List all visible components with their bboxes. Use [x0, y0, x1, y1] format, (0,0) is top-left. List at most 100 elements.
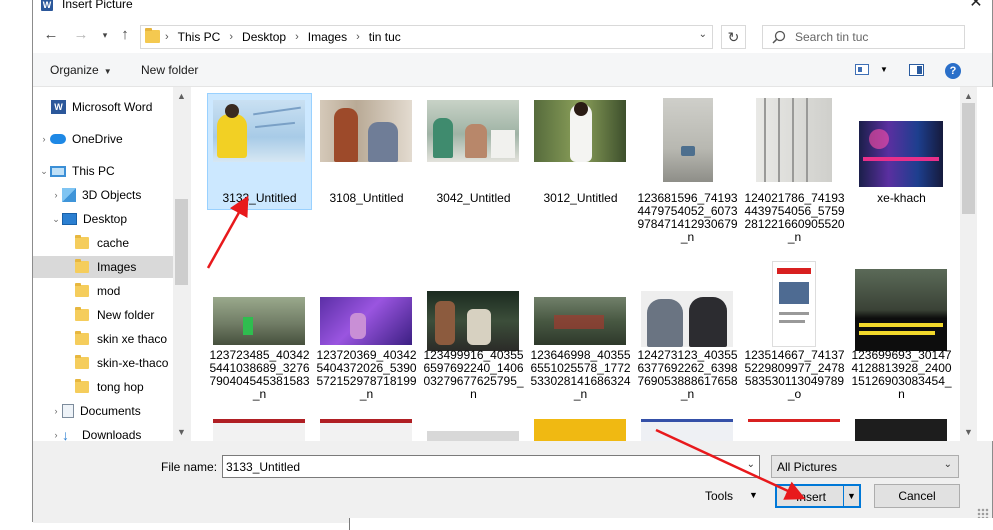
chevron-right-icon: › — [54, 190, 58, 200]
file-name-combobox[interactable]: ⌄ — [222, 455, 760, 478]
dialog-footer: File name: ⌄ All Pictures ⌄ Tools ▼ Inse… — [33, 441, 992, 523]
folder-icon — [75, 307, 89, 321]
image-thumbnail — [534, 297, 626, 345]
image-thumbnail — [427, 100, 519, 162]
sidebar-item-tong-hop[interactable]: tong hop — [75, 376, 173, 398]
recent-locations-chevron-icon[interactable]: ▾ — [96, 26, 114, 44]
search-box[interactable] — [762, 25, 965, 49]
cancel-button[interactable]: Cancel — [874, 484, 960, 508]
sidebar-item-3d-objects[interactable]: › 3D Objects — [50, 184, 173, 206]
sidebar-item-label: OneDrive — [72, 132, 123, 146]
sidebar-item-label: Images — [97, 260, 137, 274]
navigation-pane: W Microsoft Word › OneDrive ⌄ This PC › … — [33, 87, 190, 441]
sidebar-item-documents[interactable]: › Documents — [50, 400, 173, 422]
image-thumbnail — [320, 297, 412, 345]
navigation-pane-scrollbar[interactable]: ▲ ▼ — [173, 87, 190, 441]
folder-icon — [75, 331, 89, 345]
folder-icon — [75, 283, 89, 297]
view-options-chevron-icon[interactable]: ▼ — [880, 65, 888, 74]
file-name-label: 3012_Untitled — [543, 191, 618, 205]
3d-objects-icon — [62, 188, 76, 202]
chevron-down-icon[interactable]: ⌄ — [747, 459, 755, 470]
close-icon[interactable]: ✕ — [966, 0, 986, 13]
sidebar-item-new-folder[interactable]: New folder — [75, 304, 173, 326]
address-bar[interactable]: › This PC › Desktop › Images › tin tuc ⌄ — [140, 25, 713, 49]
file-list-scrollbar[interactable]: ▲ ▼ — [960, 87, 977, 441]
scrollbar-thumb[interactable] — [962, 103, 975, 214]
preview-pane-icon[interactable] — [909, 64, 924, 76]
desktop-icon — [62, 213, 77, 225]
dialog-title: Insert Picture — [62, 0, 133, 11]
sidebar-item-label: Documents — [80, 404, 141, 418]
sidebar-item-downloads[interactable]: › ↓ Downloads — [50, 424, 173, 441]
file-name-label: 123499916_403556597692240_14060327967762… — [423, 348, 524, 401]
search-input[interactable] — [795, 29, 960, 45]
chevron-right-icon: › — [356, 31, 360, 43]
scroll-up-arrow-icon[interactable]: ▲ — [173, 89, 190, 103]
organize-button[interactable]: Organize ▼ — [50, 63, 112, 77]
image-thumbnail — [320, 100, 412, 162]
file-type-filter-select[interactable]: All Pictures ⌄ — [771, 455, 959, 478]
scrollbar-thumb[interactable] — [175, 199, 188, 285]
help-icon[interactable]: ? — [945, 63, 961, 79]
chevron-down-icon: ⌄ — [52, 213, 60, 224]
insert-button[interactable]: Insert ▼ — [775, 484, 861, 508]
chevron-right-icon: › — [165, 31, 169, 43]
forward-arrow-icon[interactable]: → — [72, 26, 90, 44]
documents-icon — [62, 404, 74, 418]
sidebar-item-label: This PC — [72, 164, 115, 178]
scroll-down-arrow-icon[interactable]: ▼ — [960, 425, 977, 439]
image-thumbnail — [663, 98, 713, 182]
image-thumbnail — [855, 269, 947, 351]
word-app-icon: W — [41, 0, 53, 11]
file-item-3133-untitled[interactable]: 3133_Untitled — [207, 93, 312, 210]
image-thumbnail — [756, 98, 832, 182]
sidebar-item-this-pc[interactable]: ⌄ This PC — [38, 160, 173, 182]
file-name-label: 123720369_403425404372026_53905721529787… — [316, 348, 417, 401]
sidebar-item-images[interactable]: Images — [33, 256, 173, 278]
sidebar-item-mod[interactable]: mod — [75, 280, 173, 302]
tools-chevron-down-icon[interactable]: ▼ — [749, 490, 758, 500]
file-name-label: xe-khach — [877, 191, 926, 205]
sidebar-item-skin-xe-thaco-hyphen[interactable]: skin-xe-thaco — [75, 352, 173, 374]
sidebar-item-microsoft-word[interactable]: W Microsoft Word — [51, 96, 173, 118]
insert-picture-dialog: W Insert Picture ✕ ← → ▾ ↑ › This PC › D… — [32, 0, 993, 523]
image-thumbnail — [427, 291, 519, 351]
chevron-down-icon: ▼ — [103, 67, 112, 76]
refresh-icon[interactable]: ↻ — [721, 25, 746, 49]
folder-icon — [145, 28, 160, 43]
onedrive-icon — [50, 134, 66, 144]
file-name-label: 123681596_741934479754052_60739784714129… — [637, 191, 738, 244]
sidebar-item-skin-xe-thaco[interactable]: skin xe thaco — [75, 328, 173, 350]
file-name-label: 3108_Untitled — [329, 191, 404, 205]
sidebar-item-label: cache — [97, 236, 130, 250]
breadcrumb-this-pc[interactable]: This PC — [178, 30, 221, 44]
scroll-down-arrow-icon[interactable]: ▼ — [173, 425, 190, 439]
background-document-edge — [349, 518, 993, 530]
sidebar-item-onedrive[interactable]: › OneDrive — [38, 128, 173, 150]
image-thumbnail — [641, 419, 733, 441]
new-folder-button[interactable]: New folder — [141, 63, 198, 77]
address-dropdown-chevron-icon[interactable]: ⌄ — [699, 29, 707, 40]
up-arrow-icon[interactable]: ↑ — [116, 26, 134, 44]
breadcrumb: › This PC › Desktop › Images › tin tuc — [165, 30, 401, 44]
insert-label: Insert — [795, 490, 826, 504]
sidebar-item-cache[interactable]: cache — [75, 232, 173, 254]
sidebar-item-desktop[interactable]: ⌄ Desktop — [50, 208, 173, 230]
folder-icon — [75, 379, 89, 393]
back-arrow-icon[interactable]: ← — [42, 26, 60, 44]
file-name-label: 123514667_741375229809977_24785835301130… — [744, 348, 845, 401]
file-name-input[interactable] — [226, 459, 726, 475]
this-pc-icon — [50, 165, 66, 177]
search-icon — [772, 30, 786, 44]
sidebar-item-label: Desktop — [83, 212, 128, 226]
change-view-icon[interactable] — [855, 64, 869, 75]
breadcrumb-tin-tuc[interactable]: tin tuc — [369, 30, 401, 44]
tools-button[interactable]: Tools — [705, 489, 733, 503]
breadcrumb-images[interactable]: Images — [308, 30, 347, 44]
insert-options-chevron-icon[interactable]: ▼ — [843, 486, 859, 506]
command-toolbar: Organize ▼ New folder ▼ ? — [33, 53, 992, 87]
breadcrumb-desktop[interactable]: Desktop — [242, 30, 286, 44]
scroll-up-arrow-icon[interactable]: ▲ — [960, 89, 977, 103]
image-thumbnail — [859, 121, 943, 187]
